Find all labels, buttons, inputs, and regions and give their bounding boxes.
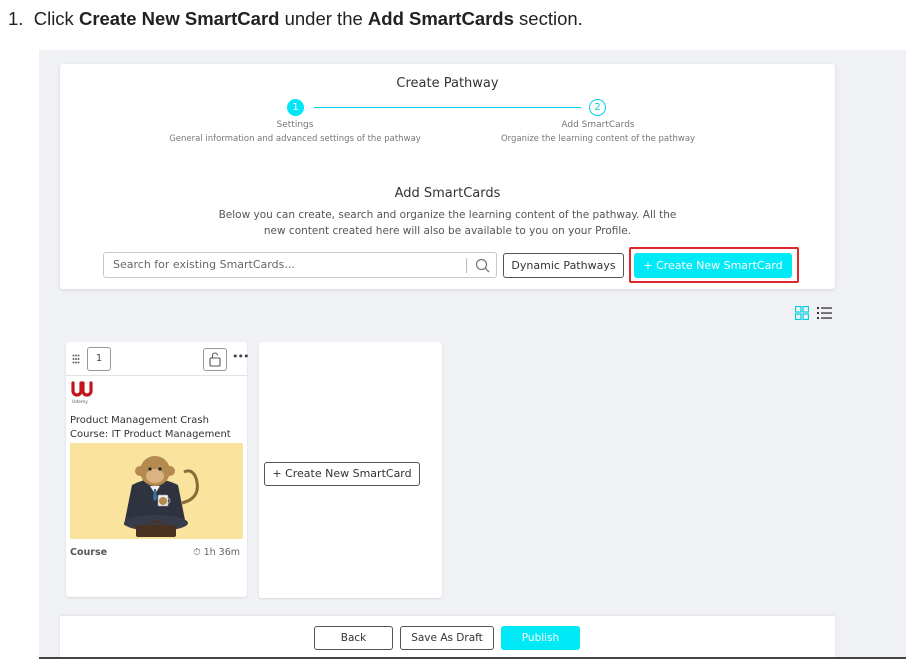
new-smartcard-placeholder: + Create New SmartCard (259, 342, 442, 598)
step-1-indicator[interactable]: 1 (287, 99, 304, 116)
instruction-section: Add SmartCards (367, 8, 514, 29)
instruction-text: 1. Click Create New SmartCard under the … (8, 8, 583, 30)
create-new-smartcard-card-button[interactable]: + Create New SmartCard (264, 462, 420, 486)
step-1-name: Settings (276, 120, 314, 130)
dynamic-pathways-button[interactable]: Dynamic Pathways (503, 253, 624, 278)
instruction-middle: under the (284, 8, 363, 29)
footer-bar: Back Save As Draft Publish (60, 616, 835, 658)
card-duration: ⏱ 1h 36m (193, 547, 240, 558)
create-pathway-panel: Create Pathway 1 2 Settings General info… (60, 64, 835, 289)
stepper-line (314, 107, 581, 108)
instruction-suffix: section. (519, 8, 583, 29)
card-header: 1 ••• (66, 342, 249, 376)
page-title: Create Pathway (396, 76, 499, 91)
unlock-icon (209, 352, 221, 367)
search-icon[interactable] (475, 258, 490, 273)
section-description: Below you can create, search and organiz… (218, 209, 677, 237)
svg-text:Udemy: Udemy (72, 399, 88, 405)
card-type-label: Course (70, 547, 108, 558)
publish-button[interactable]: Publish (501, 626, 580, 650)
search-input[interactable] (113, 258, 453, 271)
back-button[interactable]: Back (314, 626, 393, 650)
search-field[interactable] (103, 252, 497, 278)
step-1-description: General information and advanced setting… (169, 134, 421, 144)
monkey-illustration (70, 443, 243, 539)
create-new-smartcard-button[interactable]: + Create New SmartCard (634, 253, 792, 278)
step-2-indicator[interactable]: 2 (589, 99, 606, 116)
smartcard[interactable]: 1 ••• Udemy Product Management Crash Cou… (66, 342, 249, 597)
search-divider (466, 258, 467, 273)
screenshot-border (39, 657, 906, 659)
list-view-icon[interactable] (817, 306, 832, 320)
card-order-input[interactable]: 1 (87, 347, 111, 371)
step-2-name: Add SmartCards (561, 120, 635, 130)
card-title[interactable]: Product Management Crash Course: IT Prod… (70, 414, 245, 442)
udemy-logo: Udemy (71, 381, 93, 405)
step-2-description: Organize the learning content of the pat… (500, 134, 696, 144)
card-thumbnail (70, 443, 243, 539)
section-title: Add SmartCards (394, 186, 501, 201)
drag-handle-icon[interactable] (72, 354, 80, 364)
grid-view-icon[interactable] (795, 306, 809, 320)
instruction-target: Create New SmartCard (78, 8, 280, 29)
more-icon[interactable]: ••• (232, 350, 249, 363)
instruction-prefix: Click (33, 8, 74, 29)
lock-toggle-button[interactable] (203, 348, 227, 371)
app-screenshot: Create Pathway 1 2 Settings General info… (39, 50, 906, 658)
save-as-draft-button[interactable]: Save As Draft (400, 626, 494, 650)
instruction-number: 1. (8, 8, 24, 29)
